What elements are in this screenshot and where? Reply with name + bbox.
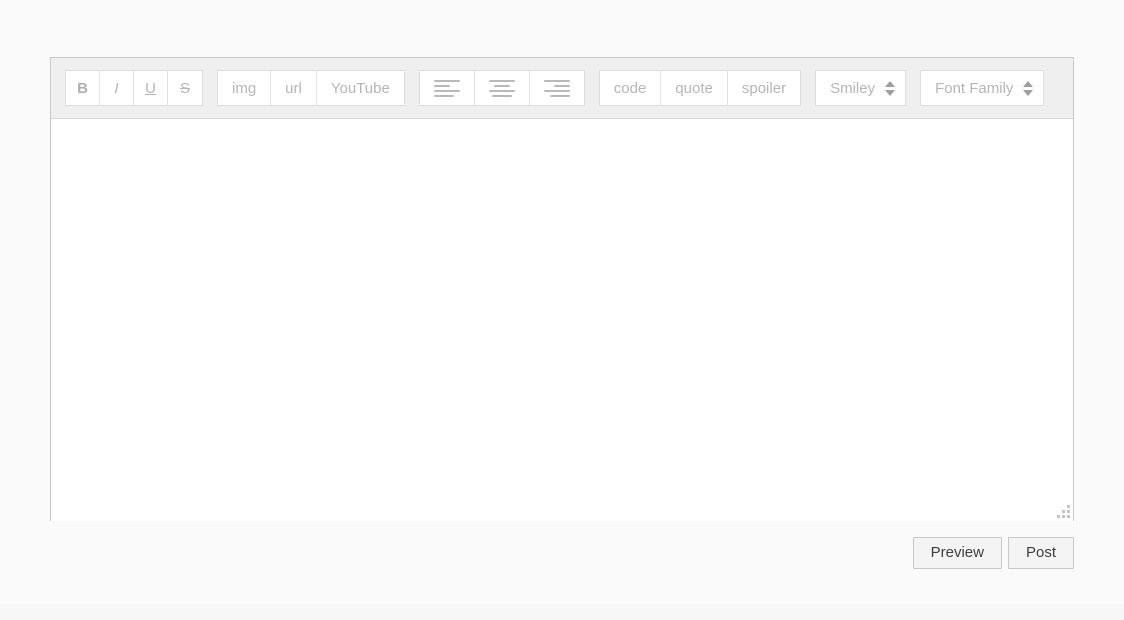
align-center-icon xyxy=(488,77,515,100)
toolbar-group-text-format: B I U S xyxy=(65,70,203,106)
font-family-select[interactable]: Font Family xyxy=(920,70,1045,106)
font-family-select-label: Font Family xyxy=(935,79,1014,97)
smiley-select-label: Smiley xyxy=(830,79,876,97)
image-button[interactable]: img xyxy=(218,71,272,105)
align-right-button[interactable] xyxy=(529,71,584,105)
chevron-updown-icon xyxy=(1023,80,1034,96)
chevron-updown-icon xyxy=(885,80,896,96)
align-center-button[interactable] xyxy=(474,71,530,105)
preview-button[interactable]: Preview xyxy=(912,537,1002,569)
italic-button[interactable]: I xyxy=(100,71,134,105)
youtube-button[interactable]: YouTube xyxy=(316,71,404,105)
smiley-select[interactable]: Smiley xyxy=(815,70,907,106)
compose-input[interactable] xyxy=(51,119,1073,521)
post-editor: B I U S img url YouTube code quote spoil… xyxy=(50,57,1074,521)
align-left-icon xyxy=(433,77,460,100)
url-button[interactable]: url xyxy=(271,71,317,105)
align-right-icon xyxy=(543,77,570,100)
textarea-resize-handle[interactable] xyxy=(1057,505,1070,518)
editor-toolbar: B I U S img url YouTube code quote spoil… xyxy=(51,58,1073,119)
post-editor-page: B I U S img url YouTube code quote spoil… xyxy=(0,0,1124,620)
toolbar-group-blocks: code quote spoiler xyxy=(598,70,802,106)
page-bottom-strip xyxy=(0,604,1124,620)
toolbar-group-alignment xyxy=(418,70,585,106)
strikethrough-button[interactable]: S xyxy=(168,71,202,105)
post-button[interactable]: Post xyxy=(1007,537,1074,569)
spoiler-button[interactable]: spoiler xyxy=(727,71,801,105)
bold-button[interactable]: B xyxy=(66,71,100,105)
underline-button[interactable]: U xyxy=(134,71,168,105)
editor-actions: Preview Post xyxy=(50,537,1074,569)
compose-area xyxy=(51,119,1073,521)
quote-button[interactable]: quote xyxy=(661,71,728,105)
toolbar-group-media: img url YouTube xyxy=(217,70,405,106)
code-button[interactable]: code xyxy=(599,71,662,105)
align-left-button[interactable] xyxy=(419,71,475,105)
